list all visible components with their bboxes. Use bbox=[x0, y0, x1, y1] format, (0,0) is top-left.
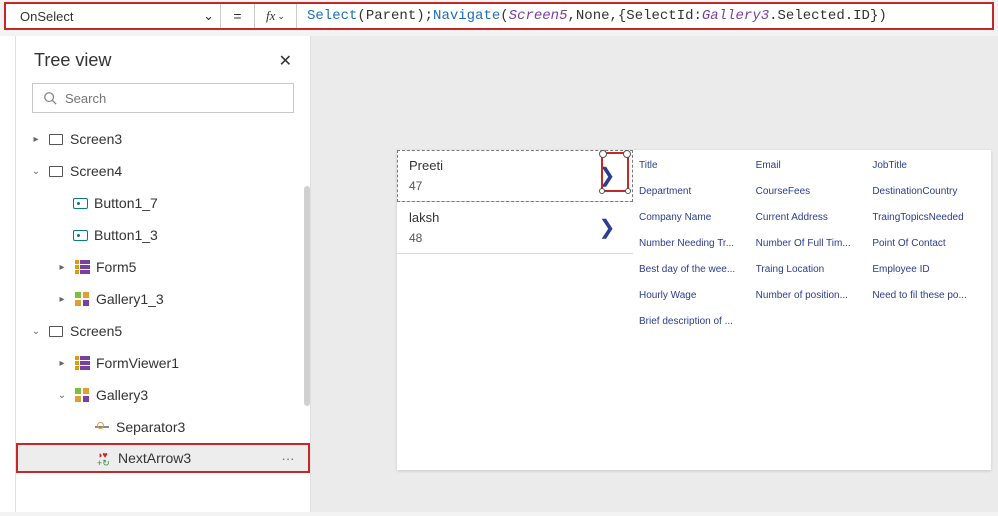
field-label bbox=[756, 316, 869, 340]
gallery-icon bbox=[74, 291, 90, 307]
close-icon[interactable]: ✕ bbox=[279, 51, 292, 71]
tree-view-panel: Tree view ✕ ▸ Screen3 ⌄ Screen4 Button1 bbox=[16, 36, 311, 512]
field-label: Department bbox=[639, 186, 752, 210]
gallery-icon bbox=[74, 387, 90, 403]
main-area: Tree view ✕ ▸ Screen3 ⌄ Screen4 Button1 bbox=[0, 36, 998, 512]
tree-node-nextarrow3[interactable]: ◑♥+↻ NextArrow3 ··· bbox=[16, 443, 310, 473]
field-label: CourseFees bbox=[756, 186, 869, 210]
field-label: TraingTopicsNeeded bbox=[872, 212, 985, 236]
tree-node-form5[interactable]: ▸ Form5 bbox=[16, 251, 310, 283]
field-label: Number of position... bbox=[756, 290, 869, 314]
tree-node-formviewer1[interactable]: ▸ FormViewer1 bbox=[16, 347, 310, 379]
screen-icon bbox=[48, 131, 64, 147]
scrollbar-thumb[interactable] bbox=[304, 186, 310, 406]
field-label: JobTitle bbox=[872, 160, 985, 184]
gallery-item[interactable]: laksh ❯ 48 bbox=[397, 202, 633, 254]
more-menu-icon[interactable]: ··· bbox=[276, 451, 300, 466]
gallery-item-title: laksh bbox=[409, 210, 591, 225]
separator-icon bbox=[94, 419, 110, 435]
field-label: Number Needing Tr... bbox=[639, 238, 752, 262]
gallery-item-subtitle: 48 bbox=[409, 231, 591, 245]
field-label: Brief description of ... bbox=[639, 316, 752, 340]
field-label: Number Of Full Tim... bbox=[756, 238, 869, 262]
field-label bbox=[872, 316, 985, 340]
tree-node-screen5[interactable]: ⌄ Screen5 bbox=[16, 315, 310, 347]
chevron-down-icon[interactable]: ⌄ bbox=[56, 390, 68, 401]
tree-node-separator3[interactable]: Separator3 bbox=[16, 411, 310, 443]
gallery-item[interactable]: Preeti ❯ 47 bbox=[397, 150, 633, 202]
chevron-down-icon[interactable]: ⌄ bbox=[30, 326, 42, 337]
gallery3-preview: Preeti ❯ 47 laksh ❯ 48 bbox=[397, 150, 633, 470]
button-icon bbox=[72, 195, 88, 211]
nextarrow-icon: ◑♥+↻ bbox=[96, 450, 112, 466]
tree-node-screen4[interactable]: ⌄ Screen4 bbox=[16, 155, 310, 187]
field-label: Email bbox=[756, 160, 869, 184]
tree-view-title: Tree view bbox=[34, 50, 111, 71]
gallery-item-title: Preeti bbox=[409, 158, 591, 173]
button-icon bbox=[72, 227, 88, 243]
chevron-down-icon: ⌄ bbox=[203, 8, 214, 24]
canvas-surface[interactable]: ↖ Preeti ❯ 47 laksh ❯ 48 Title Email Jo bbox=[311, 36, 998, 512]
chevron-right-icon[interactable]: ▸ bbox=[30, 134, 42, 145]
chevron-down-icon[interactable]: ⌄ bbox=[30, 166, 42, 177]
field-label: Current Address bbox=[756, 212, 869, 236]
tree-search[interactable] bbox=[32, 83, 294, 113]
chevron-right-icon[interactable]: ▸ bbox=[56, 262, 68, 273]
equals-cell: = bbox=[221, 4, 255, 28]
chevron-right-icon[interactable]: ❯ bbox=[591, 163, 623, 188]
tree-nodes: ▸ Screen3 ⌄ Screen4 Button1_7 Button1_3 … bbox=[16, 123, 310, 512]
search-icon bbox=[43, 91, 57, 105]
chevron-down-icon: ⌄ bbox=[277, 11, 285, 22]
gallery-item-subtitle: 47 bbox=[409, 179, 591, 193]
fx-button[interactable]: fx ⌄ bbox=[255, 4, 297, 28]
screen-icon bbox=[48, 323, 64, 339]
formula-bar: OnSelect ⌄ = fx ⌄ Select (Parent); Navig… bbox=[4, 2, 994, 30]
chevron-right-icon[interactable]: ▸ bbox=[56, 358, 68, 369]
tree-node-gallery3[interactable]: ⌄ Gallery3 bbox=[16, 379, 310, 411]
screen-icon bbox=[48, 163, 64, 179]
left-rail bbox=[0, 36, 16, 512]
form-icon bbox=[74, 355, 90, 371]
search-input[interactable] bbox=[65, 91, 283, 106]
chevron-right-icon[interactable]: ▸ bbox=[56, 294, 68, 305]
tree-node-button1-7[interactable]: Button1_7 bbox=[16, 187, 310, 219]
form-icon bbox=[74, 259, 90, 275]
field-label: Company Name bbox=[639, 212, 752, 236]
field-label: Point Of Contact bbox=[872, 238, 985, 262]
tree-node-screen3[interactable]: ▸ Screen3 bbox=[16, 123, 310, 155]
field-label: Need to fil these po... bbox=[872, 290, 985, 314]
field-label: Employee ID bbox=[872, 264, 985, 288]
field-label: DestinationCountry bbox=[872, 186, 985, 210]
app-preview: Preeti ❯ 47 laksh ❯ 48 Title Email JobTi… bbox=[397, 150, 991, 470]
field-label: Hourly Wage bbox=[639, 290, 752, 314]
tree-node-button1-3[interactable]: Button1_3 bbox=[16, 219, 310, 251]
formula-input[interactable]: Select (Parent); Navigate ( Screen5 ,Non… bbox=[297, 4, 992, 28]
field-label: Traing Location bbox=[756, 264, 869, 288]
tree-node-gallery1-3[interactable]: ▸ Gallery1_3 bbox=[16, 283, 310, 315]
chevron-right-icon[interactable]: ❯ bbox=[591, 215, 623, 240]
field-label: Title bbox=[639, 160, 752, 184]
property-selector-value: OnSelect bbox=[20, 9, 73, 24]
fx-icon: fx bbox=[266, 8, 275, 24]
form-fields: Title Email JobTitle Department CourseFe… bbox=[633, 150, 991, 470]
property-selector[interactable]: OnSelect ⌄ bbox=[6, 4, 221, 28]
field-label: Best day of the wee... bbox=[639, 264, 752, 288]
